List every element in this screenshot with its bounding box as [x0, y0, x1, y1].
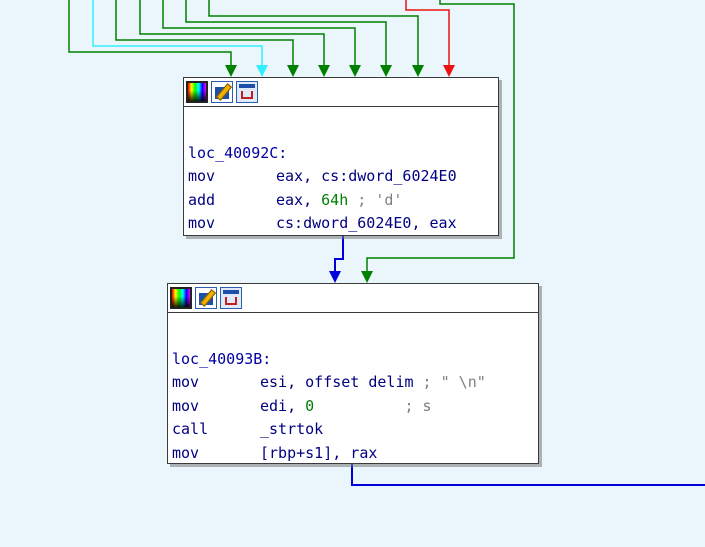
- block-label[interactable]: loc_40092C:: [188, 144, 287, 162]
- instruction-line[interactable]: mov eax, cs:dword_6024E0: [188, 165, 494, 189]
- edge-blue-1: [334, 235, 344, 276]
- graph-icon[interactable]: [236, 81, 258, 103]
- instruction-line[interactable]: add eax, 64h ; 'd': [188, 189, 494, 213]
- rename-icon[interactable]: [211, 81, 233, 103]
- code-block-loc-40092c[interactable]: loc_40092C: mov eax, cs:dword_6024E0 add e…: [183, 77, 499, 236]
- block-label[interactable]: loc_40093B:: [172, 350, 271, 368]
- block-code: loc_40093B: mov esi, offset delim ; " \n"…: [168, 313, 538, 469]
- block-toolbar: [184, 78, 498, 107]
- edge-cyan: [92, 0, 263, 66]
- edge-red: [405, 0, 450, 66]
- edge-green-5: [185, 0, 387, 66]
- instruction-line[interactable]: mov [rbp+s1], rax: [172, 442, 534, 466]
- block-toolbar: [168, 284, 538, 313]
- edge-green-3: [139, 0, 325, 66]
- edge-green-2: [115, 0, 294, 66]
- rename-icon[interactable]: [195, 287, 217, 309]
- palette-icon[interactable]: [186, 81, 208, 103]
- graph-icon[interactable]: [220, 287, 242, 309]
- instruction-line[interactable]: mov edi, 0 ; s: [172, 395, 534, 419]
- palette-icon[interactable]: [170, 287, 192, 309]
- instruction-line[interactable]: call _strtok: [172, 418, 534, 442]
- instruction-line[interactable]: mov cs:dword_6024E0, eax: [188, 212, 494, 236]
- block-code: loc_40092C: mov eax, cs:dword_6024E0 add e…: [184, 107, 498, 240]
- edge-green-4: [162, 0, 356, 66]
- instruction-line[interactable]: mov esi, offset delim ; " \n": [172, 371, 534, 395]
- code-block-loc-40093b[interactable]: loc_40093B: mov esi, offset delim ; " \n"…: [167, 283, 539, 464]
